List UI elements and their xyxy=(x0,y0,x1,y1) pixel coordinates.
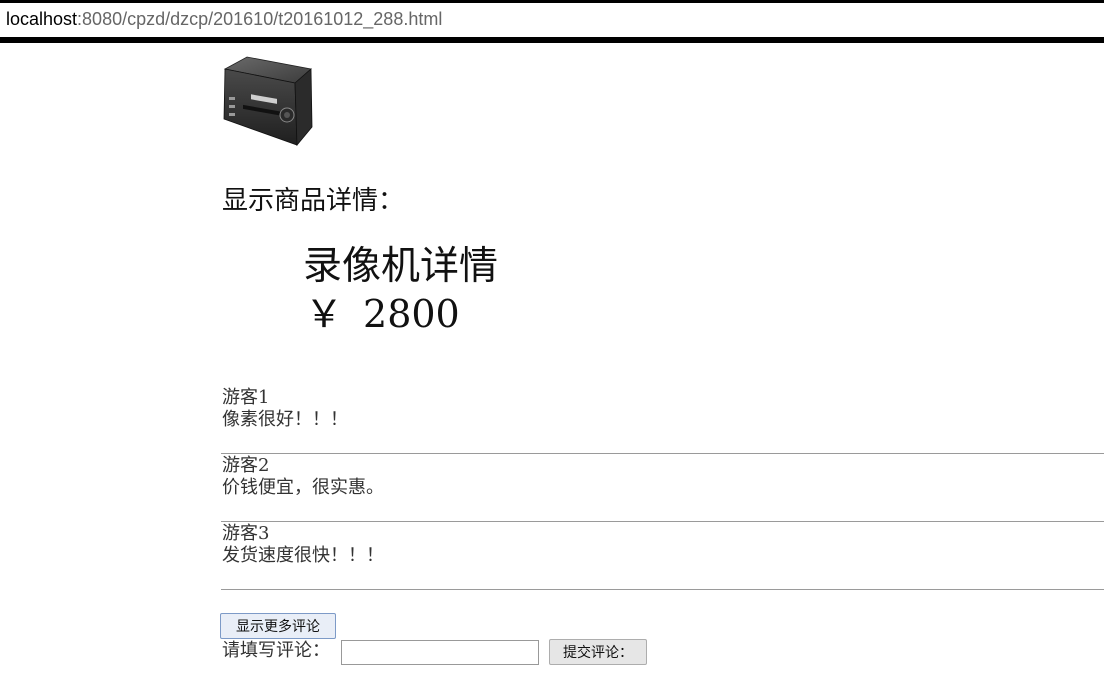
product-image xyxy=(221,55,313,147)
comment-input-label: 请填写评论： xyxy=(222,640,330,661)
address-bar-divider xyxy=(0,37,1104,43)
comment-text: 价钱便宜，很实惠。 xyxy=(222,477,384,498)
product-section-title: 显示商品详情： xyxy=(222,186,405,216)
submit-comment-button[interactable]: 提交评论： xyxy=(549,639,647,665)
comment-text: 发货速度很快！！！ xyxy=(222,545,384,566)
comment-text: 像素很好！！！ xyxy=(222,409,348,430)
url-host: localhost xyxy=(6,9,78,29)
product-name: 录像机详情 xyxy=(303,244,499,289)
comment-author: 游客2 xyxy=(222,455,270,476)
address-bar[interactable]: localhost:8080/cpzd/dzcp/201610/t2016101… xyxy=(0,0,1104,38)
comment-input[interactable] xyxy=(341,640,539,665)
product-price: ￥ 2800 xyxy=(305,290,460,338)
video-recorder-device-icon xyxy=(223,56,313,147)
show-more-comments-button[interactable]: 显示更多评论 xyxy=(220,613,336,639)
url-path: :8080/cpzd/dzcp/201610/t20161012_288.htm… xyxy=(77,9,443,29)
comment-item: 游客2 价钱便宜，很实惠。 xyxy=(221,454,1104,522)
currency-symbol: ￥ xyxy=(305,292,344,336)
comment-list: 游客1 像素很好！！！ 游客2 价钱便宜，很实惠。 游客3 发货速度很快！！！ xyxy=(221,386,1104,590)
comment-author: 游客3 xyxy=(222,523,270,544)
comment-item: 游客1 像素很好！！！ xyxy=(221,386,1104,454)
price-value: 2800 xyxy=(363,292,460,336)
comment-item: 游客3 发货速度很快！！！ xyxy=(221,522,1104,590)
comment-author: 游客1 xyxy=(222,387,270,408)
